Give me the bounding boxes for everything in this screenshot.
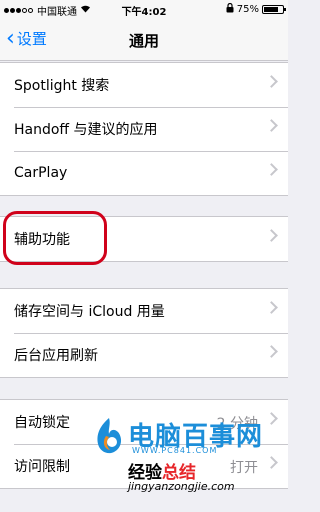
settings-group-1: Spotlight 搜索 Handoff 与建议的应用 CarPlay — [0, 62, 288, 196]
status-right: 75% — [226, 2, 286, 16]
row-carplay[interactable]: CarPlay — [0, 151, 288, 195]
row-label: Spotlight 搜索 — [14, 78, 110, 94]
chevron-right-icon — [265, 75, 278, 88]
navigation-bar: ‹ 设置 通用 — [0, 20, 288, 61]
row-background-refresh[interactable]: 后台应用刷新 — [0, 333, 288, 377]
battery-tip — [284, 8, 286, 11]
row-value: 2 分钟 — [216, 416, 258, 432]
lock-icon — [226, 2, 234, 16]
chevron-right-icon — [265, 163, 278, 176]
row-value: 打开 — [230, 460, 258, 476]
row-handoff[interactable]: Handoff 与建议的应用 — [0, 107, 288, 151]
row-label: 后台应用刷新 — [14, 348, 98, 364]
row-label: 辅助功能 — [14, 232, 70, 248]
chevron-right-icon — [265, 456, 278, 469]
chevron-right-icon — [265, 301, 278, 314]
chevron-right-icon — [265, 345, 278, 358]
chevron-right-icon — [265, 229, 278, 242]
status-bar: 中国联通 下午4:02 75% — [0, 0, 288, 20]
row-restrictions[interactable]: 访问限制 打开 — [0, 444, 288, 488]
row-label: 访问限制 — [14, 459, 70, 475]
page-title: 通用 — [128, 32, 159, 50]
settings-group-4: 自动锁定 2 分钟 访问限制 打开 — [0, 399, 288, 489]
row-spotlight-search[interactable]: Spotlight 搜索 — [0, 63, 288, 107]
battery-icon — [262, 5, 286, 14]
battery-percent: 75% — [236, 4, 259, 15]
row-accessibility[interactable]: 辅助功能 — [0, 217, 288, 261]
row-label: 自动锁定 — [14, 415, 70, 431]
chevron-right-icon — [265, 119, 278, 132]
row-storage-icloud[interactable]: 储存空间与 iCloud 用量 — [0, 289, 288, 333]
row-label: 储存空间与 iCloud 用量 — [14, 304, 165, 320]
battery-fill — [264, 7, 278, 12]
row-label: Handoff 与建议的应用 — [14, 122, 158, 138]
chevron-right-icon — [265, 412, 278, 425]
row-auto-lock[interactable]: 自动锁定 2 分钟 — [0, 400, 288, 444]
row-label: CarPlay — [14, 165, 68, 181]
settings-group-3: 储存空间与 iCloud 用量 后台应用刷新 — [0, 288, 288, 378]
settings-group-2: 辅助功能 — [0, 216, 288, 262]
